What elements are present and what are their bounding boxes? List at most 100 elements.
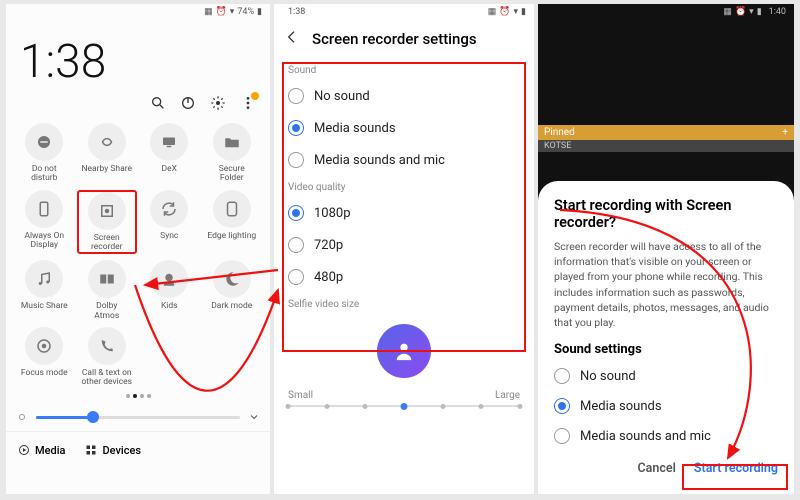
tile-label: Dark mode — [211, 302, 252, 320]
battery-pct: 74% — [237, 7, 254, 17]
radio-icon — [288, 152, 304, 168]
radio-icon — [288, 88, 304, 104]
sheet-sound-option[interactable]: Media sounds and mic — [554, 421, 778, 451]
kids-icon — [150, 260, 188, 298]
tile-music[interactable]: Music Share — [14, 260, 75, 321]
quick-settings-panel: ▦ ⏰ ▾ 74% ▮ 1:38 Do notdisturbNearby Sha… — [6, 4, 270, 494]
sheet-sound-option[interactable]: No sound — [554, 361, 778, 391]
nfc-icon: ▦ — [488, 7, 497, 17]
small-label: Small — [288, 390, 313, 401]
option-label: No sound — [580, 369, 636, 384]
tile-call[interactable]: Call & text onother devices — [77, 327, 138, 388]
edge-icon — [213, 190, 251, 228]
video-option[interactable]: 720p — [274, 229, 534, 261]
wifi-icon: ▾ — [230, 7, 235, 17]
share-icon — [88, 123, 126, 161]
section-sound: Sound — [274, 59, 534, 80]
brightness-slider[interactable] — [6, 404, 270, 431]
tile-dex[interactable]: DeX — [139, 123, 200, 184]
tile-label: Focus mode — [21, 369, 68, 387]
selfie-size-control: SmallLarge — [274, 314, 534, 417]
tile-label: Nearby Share — [81, 165, 132, 183]
cancel-button[interactable]: Cancel — [638, 461, 676, 476]
pinned-bar: Pinned+ — [538, 125, 794, 140]
tile-edge[interactable]: Edge lighting — [202, 190, 263, 255]
page-title: Screen recorder settings — [312, 30, 477, 48]
tile-kids[interactable]: Kids — [139, 260, 200, 321]
option-label: Media sounds — [314, 121, 396, 136]
recording-confirm-panel: ▦ ⏰ ▾ ▮ 1:40 Pinned+ KOTSE Start recordi… — [538, 4, 794, 494]
status-time: 1:40 — [769, 7, 786, 17]
kotse-bar: KOTSE — [538, 140, 794, 152]
battery-icon: ▮ — [757, 7, 762, 17]
tile-share[interactable]: Nearby Share — [77, 123, 138, 184]
tile-label: Always OnDisplay — [24, 232, 64, 251]
section-video: Video quality — [274, 176, 534, 197]
power-icon[interactable] — [180, 95, 196, 115]
tile-label: SecureFolder — [219, 165, 245, 184]
status-bar: ▦ ⏰ ▾ 74% ▮ — [6, 4, 270, 17]
option-label: Media sounds — [580, 399, 662, 414]
background-content: Pinned+ KOTSE — [538, 17, 794, 181]
option-label: 720p — [314, 238, 343, 253]
radio-icon — [554, 368, 570, 384]
sound-option[interactable]: Media sounds — [274, 112, 534, 144]
devices-button[interactable]: Devices — [85, 444, 141, 457]
sheet-title: Start recording with Screen recorder? — [554, 197, 778, 231]
selfie-slider[interactable] — [288, 405, 520, 407]
tile-recorder[interactable]: Screenrecorder — [77, 190, 138, 255]
option-label: 1080p — [314, 206, 351, 221]
status-bar: ▦ ⏰ ▾ ▮ 1:40 — [538, 4, 794, 17]
gear-icon[interactable] — [210, 95, 226, 115]
status-time: 1:38 — [288, 7, 305, 17]
battery-icon: ▮ — [257, 7, 262, 17]
tile-dark[interactable]: Dark mode — [202, 260, 263, 321]
nfc-icon: ▦ — [723, 7, 732, 17]
dolby-icon — [88, 260, 126, 298]
tile-label: Kids — [161, 302, 178, 320]
radio-icon — [288, 237, 304, 253]
radio-icon — [288, 269, 304, 285]
confirm-sheet: Start recording with Screen recorder? Sc… — [538, 181, 794, 494]
tile-focus[interactable]: Focus mode — [14, 327, 75, 388]
battery-icon: ▮ — [521, 7, 526, 17]
page-dots — [6, 388, 270, 404]
radio-icon — [288, 120, 304, 136]
tile-label: DolbyAtmos — [94, 302, 119, 321]
tile-sync[interactable]: Sync — [139, 190, 200, 255]
nfc-icon: ▦ — [204, 7, 213, 17]
dex-icon — [150, 123, 188, 161]
toolbar — [6, 91, 270, 123]
tile-label: Edge lighting — [207, 232, 256, 250]
screen-recorder-settings: 1:38 ▦ ⏰ ▾ ▮ Screen recorder settings So… — [274, 4, 534, 494]
start-recording-button[interactable]: Start recording — [694, 461, 778, 476]
video-option[interactable]: 480p — [274, 261, 534, 293]
video-option[interactable]: 1080p — [274, 197, 534, 229]
tile-folder[interactable]: SecureFolder — [202, 123, 263, 184]
alarm-icon: ⏰ — [499, 7, 510, 17]
radio-icon — [554, 428, 570, 444]
sheet-sound-option[interactable]: Media sounds — [554, 391, 778, 421]
sheet-subtitle: Sound settings — [554, 342, 778, 357]
sound-option[interactable]: Media sounds and mic — [274, 144, 534, 176]
footer: Media Devices — [6, 431, 270, 469]
sound-option[interactable]: No sound — [274, 80, 534, 112]
tile-dolby[interactable]: DolbyAtmos — [77, 260, 138, 321]
tile-label: Call & text onother devices — [81, 369, 132, 388]
signal-icon: ▾ — [514, 7, 519, 17]
aod-icon — [25, 190, 63, 228]
chevron-down-icon[interactable] — [248, 408, 260, 427]
more-icon[interactable] — [240, 95, 256, 115]
tile-label: Screenrecorder — [91, 234, 123, 253]
search-icon[interactable] — [150, 95, 166, 115]
tile-aod[interactable]: Always OnDisplay — [14, 190, 75, 255]
section-selfie: Selfie video size — [274, 293, 534, 314]
focus-icon — [25, 327, 63, 365]
sheet-body: Screen recorder will have access to all … — [554, 239, 778, 330]
back-icon[interactable] — [284, 29, 300, 49]
tile-dnd[interactable]: Do notdisturb — [14, 123, 75, 184]
option-label: No sound — [314, 89, 370, 104]
quick-tiles: Do notdisturb Nearby Share DeX SecureFolder… — [6, 123, 270, 388]
media-button[interactable]: Media — [18, 444, 65, 457]
alarm-icon: ⏰ — [216, 7, 227, 17]
